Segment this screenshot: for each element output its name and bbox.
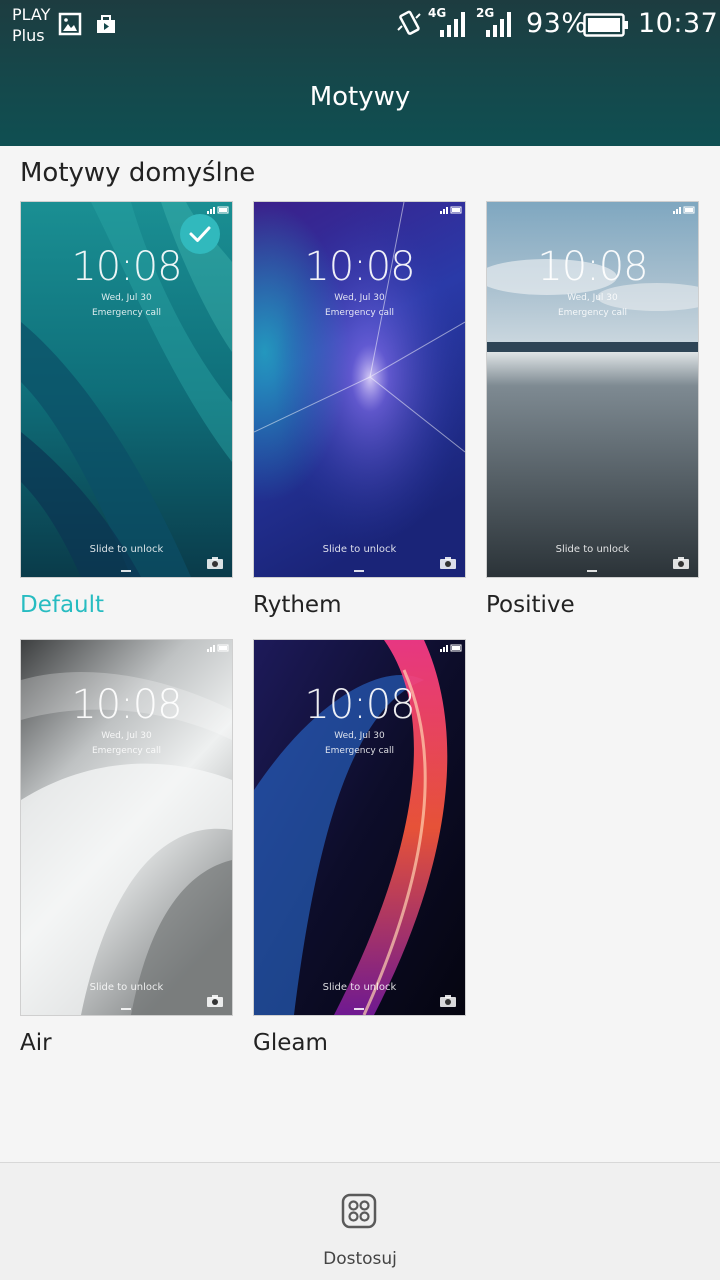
theme-card-rythem[interactable]: 10:08 Wed, Jul 30 Emergency call Slide t…	[253, 201, 466, 578]
lock-emergency-call: Emergency call	[557, 308, 628, 318]
theme-card-default[interactable]: 10:08 Wed, Jul 30 Emergency call Slide t…	[20, 201, 233, 578]
image-icon	[58, 12, 82, 36]
carrier-label: PLAY Plus	[12, 4, 50, 46]
lock-date: Wed, Jul 30	[101, 293, 152, 303]
carrier-line1: PLAY	[12, 5, 51, 24]
lock-slide-text: Slide to unlock	[89, 544, 164, 555]
lock-handle	[121, 1008, 131, 1010]
signal-icon	[207, 206, 229, 214]
lock-date: Wed, Jul 30	[101, 731, 152, 741]
lock-slide-text: Slide to unlock	[322, 544, 397, 555]
camera-icon	[673, 557, 689, 569]
theme-name-default[interactable]: Default	[20, 592, 104, 618]
selected-check-icon	[180, 214, 220, 254]
camera-icon	[207, 557, 223, 569]
signal-icon	[440, 206, 462, 214]
lock-date: Wed, Jul 30	[334, 293, 385, 303]
bottom-action-bar: Dostosuj	[0, 1162, 720, 1280]
theme-name-gleam[interactable]: Gleam	[253, 1030, 328, 1056]
lock-slide-text: Slide to unlock	[89, 982, 164, 993]
lock-slide-text: Slide to unlock	[555, 544, 630, 555]
lock-time: 10:08	[304, 682, 415, 728]
lock-slide-text: Slide to unlock	[322, 982, 397, 993]
camera-icon	[440, 995, 456, 1007]
theme-card-air[interactable]: 10:08 Wed, Jul 30 Emergency call Slide t…	[20, 639, 233, 1016]
signal-icon	[486, 12, 511, 37]
grid-icon	[341, 1193, 377, 1229]
customize-label: Dostosuj	[323, 1249, 397, 1269]
lock-emergency-call: Emergency call	[324, 746, 395, 756]
theme-name-positive[interactable]: Positive	[486, 592, 575, 618]
lock-date: Wed, Jul 30	[334, 731, 385, 741]
battery-icon	[583, 13, 628, 37]
theme-card-gleam[interactable]: 10:08 Wed, Jul 30 Emergency call Slide t…	[253, 639, 466, 1016]
signal-icon	[440, 644, 462, 652]
lock-handle	[587, 570, 597, 572]
signal-icon	[673, 206, 695, 214]
store-icon	[97, 15, 115, 33]
lock-emergency-call: Emergency call	[91, 308, 162, 318]
camera-icon	[440, 557, 456, 569]
lock-time: 10:08	[537, 244, 648, 290]
lock-emergency-call: Emergency call	[324, 308, 395, 318]
lock-emergency-call: Emergency call	[91, 746, 162, 756]
signal-icon	[207, 644, 229, 652]
section-title: Motywy domyślne	[20, 158, 256, 188]
theme-name-air[interactable]: Air	[20, 1030, 52, 1056]
carrier-line2: Plus	[12, 26, 45, 45]
camera-icon	[207, 995, 223, 1007]
lock-handle	[354, 1008, 364, 1010]
status-bar: PLAY Plus 4G 2G 93% 10:37	[0, 0, 720, 52]
lock-handle	[121, 570, 131, 572]
lock-date: Wed, Jul 30	[567, 293, 618, 303]
lock-handle	[354, 570, 364, 572]
page-title: Motywy	[309, 82, 411, 112]
app-header: PLAY Plus 4G 2G 93% 10:37 Motywy	[0, 0, 720, 146]
signal-icon	[440, 12, 465, 37]
clock: 10:37	[638, 8, 719, 39]
theme-card-positive[interactable]: 10:08 Wed, Jul 30 Emergency call Slide t…	[486, 201, 699, 578]
lock-time: 10:08	[304, 244, 415, 290]
vibrate-icon	[397, 10, 421, 35]
lock-time: 10:08	[71, 682, 182, 728]
theme-name-rythem[interactable]: Rythem	[253, 592, 342, 618]
battery-percent: 93%	[526, 8, 588, 39]
customize-button[interactable]: Dostosuj	[300, 1173, 420, 1273]
